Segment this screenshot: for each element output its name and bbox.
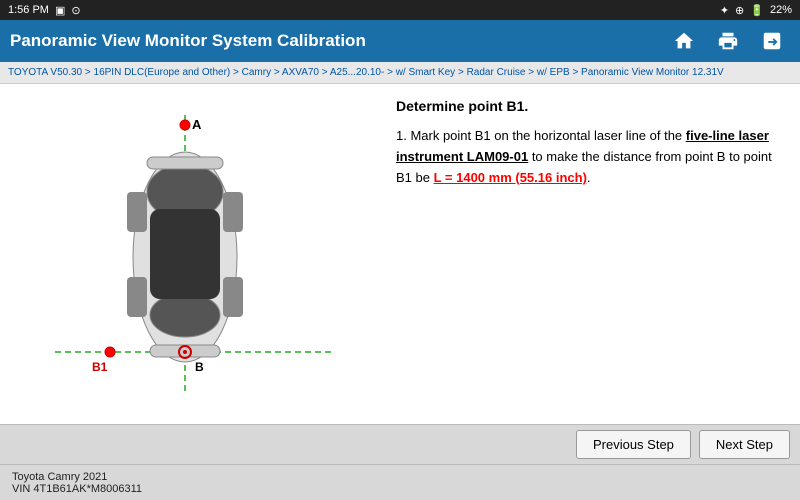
calibration-diagram: A B1 B — [20, 107, 360, 402]
page-title: Panoramic View Monitor System Calibratio… — [10, 31, 366, 51]
point-a-label: A — [192, 117, 202, 132]
wifi-icon: ⊕ — [735, 4, 744, 17]
breadcrumb-text: TOYOTA V50.30 > 16PIN DLC(Europe and Oth… — [8, 67, 724, 78]
status-bar: 1:56 PM ▣ ⊙ ✦ ⊕ 🔋 22% — [0, 0, 800, 20]
instructions-title: Determine point B1. — [396, 98, 784, 114]
vehicle-model: Toyota Camry 2021 — [12, 471, 142, 483]
buttons-bar: Previous Step Next Step — [0, 424, 800, 464]
signal-icon: ⊙ — [71, 4, 80, 17]
home-button[interactable] — [666, 25, 702, 57]
measurement-text: L = 1400 mm (55.16 inch) — [434, 170, 587, 185]
status-bar-right: ✦ ⊕ 🔋 22% — [720, 4, 792, 17]
title-bar-icons — [666, 25, 790, 57]
print-button[interactable] — [710, 25, 746, 57]
tablet-icon: ▣ — [55, 4, 65, 17]
instructions-text: 1. Mark point B1 on the horizontal laser… — [396, 126, 784, 188]
time-display: 1:56 PM — [8, 4, 49, 16]
bluetooth-icon: ✦ — [720, 4, 729, 17]
title-bar: Panoramic View Monitor System Calibratio… — [0, 20, 800, 62]
breadcrumb: TOYOTA V50.30 > 16PIN DLC(Europe and Oth… — [0, 62, 800, 84]
main-content: A B1 B Determine point B1. 1. Mark point… — [0, 84, 800, 424]
footer-info: Toyota Camry 2021 VIN 4T1B61AK*M8006311 — [12, 471, 142, 495]
point-b-label: B — [195, 360, 204, 374]
step-number: 1. — [396, 128, 407, 143]
export-button[interactable] — [754, 25, 790, 57]
battery-level: 22% — [770, 4, 792, 16]
battery-icon: 🔋 — [750, 4, 764, 17]
footer: Toyota Camry 2021 VIN 4T1B61AK*M8006311 — [0, 464, 800, 500]
point-b1-label: B1 — [92, 360, 108, 374]
text-before-laser: Mark point B1 on the horizontal laser li… — [407, 128, 686, 143]
previous-step-button[interactable]: Previous Step — [576, 430, 691, 459]
diagram-panel: A B1 B — [0, 84, 380, 424]
next-step-button[interactable]: Next Step — [699, 430, 790, 459]
car-diagram: A B1 B — [20, 107, 360, 402]
text-end: . — [587, 170, 591, 185]
vehicle-vin: VIN 4T1B61AK*M8006311 — [12, 483, 142, 495]
status-bar-left: 1:56 PM ▣ ⊙ — [8, 4, 81, 17]
instructions-panel: Determine point B1. 1. Mark point B1 on … — [380, 84, 800, 424]
